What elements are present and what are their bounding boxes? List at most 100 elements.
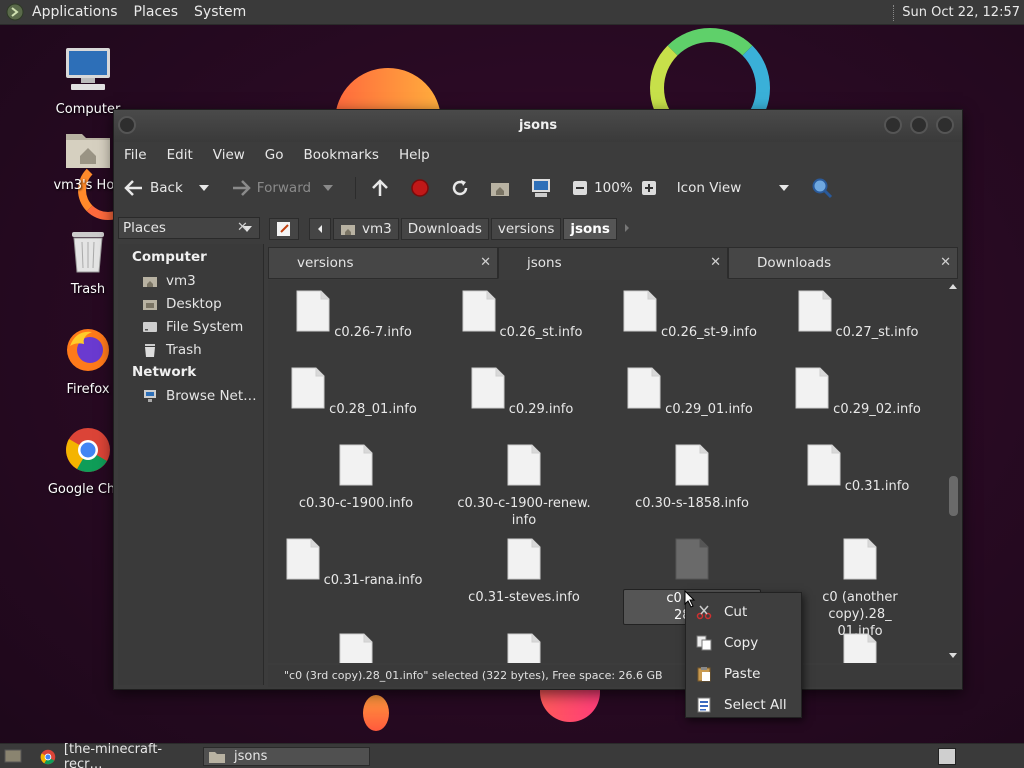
file-item[interactable]: c0.28_01.info — [281, 367, 431, 418]
sidebar-item-file-system[interactable]: File System — [118, 315, 263, 338]
tab-versions[interactable]: versions ✕ — [268, 247, 498, 279]
back-button[interactable]: Back — [124, 179, 217, 197]
file-item[interactable]: c0 (another copy).28_ 01.info — [785, 538, 935, 640]
applications-menu[interactable]: Applications — [32, 4, 118, 20]
menu-bookmarks[interactable]: Bookmarks — [304, 147, 379, 163]
document-icon — [286, 538, 320, 580]
title-bar[interactable]: jsons — [114, 110, 962, 142]
search-icon — [812, 178, 833, 199]
forward-button[interactable]: Forward — [231, 179, 341, 197]
search-button[interactable] — [811, 177, 839, 199]
file-name: c0.28_01.info — [329, 402, 417, 417]
top-panel: Applications Places System Sun Oct 22, 1… — [0, 0, 1024, 25]
menu-view[interactable]: View — [213, 147, 245, 163]
forward-arrow-icon — [232, 180, 251, 196]
reload-button[interactable] — [450, 178, 476, 198]
file-item[interactable]: c0.29.info — [449, 367, 599, 418]
maximize-button[interactable] — [910, 116, 928, 134]
home-button[interactable] — [490, 179, 516, 197]
forward-label: Forward — [256, 180, 312, 196]
drive-icon — [143, 321, 157, 332]
sidebar-item-browse-network[interactable]: Browse Net… — [118, 384, 263, 407]
menu-item-copy[interactable]: Copy — [686, 627, 801, 658]
breadcrumb-downloads[interactable]: Downloads — [400, 218, 489, 240]
breadcrumb-jsons[interactable]: jsons — [563, 218, 617, 240]
scroll-down-icon[interactable] — [948, 652, 958, 660]
menu-help[interactable]: Help — [399, 147, 430, 163]
clock[interactable]: Sun Oct 22, 12:57 — [902, 5, 1020, 20]
desktop-icon-computer[interactable]: Computer — [38, 46, 138, 117]
file-item[interactable]: c0.26_st-9.info — [617, 290, 767, 341]
breadcrumb-versions[interactable]: versions — [490, 218, 562, 240]
file-item-partial[interactable] — [449, 633, 599, 663]
panel-separator — [893, 4, 895, 21]
menu-item-select-all[interactable]: Select All — [686, 689, 801, 720]
file-item[interactable]: c0.30-s-1858.info — [617, 444, 767, 512]
vertical-scrollbar[interactable] — [947, 280, 959, 663]
computer-button[interactable] — [530, 178, 558, 198]
zoom-control[interactable]: 100% — [572, 180, 663, 196]
stop-button[interactable] — [410, 178, 436, 198]
system-menu[interactable]: System — [194, 4, 246, 20]
workspace-switcher[interactable] — [938, 748, 956, 765]
file-item[interactable]: c0.29_01.info — [617, 367, 767, 418]
tab-downloads[interactable]: Downloads ✕ — [728, 247, 958, 279]
file-item[interactable]: c0.26_st.info — [449, 290, 599, 341]
file-item[interactable]: c0.30-c-1900-renew. info — [449, 444, 599, 529]
file-item[interactable]: c0.31.info — [785, 444, 935, 495]
close-sidebar-icon[interactable]: ✕ — [237, 220, 248, 235]
menu-go[interactable]: Go — [265, 147, 284, 163]
show-desktop-icon[interactable] — [4, 748, 22, 764]
document-icon — [296, 290, 330, 332]
select-all-icon — [697, 697, 711, 712]
desktop-folder-icon — [143, 299, 157, 310]
sidebar-item-trash[interactable]: Trash — [118, 338, 263, 361]
file-item[interactable]: c0.27_st.info — [785, 290, 935, 341]
file-item[interactable]: c0.31-rana.info — [281, 538, 431, 589]
taskbar-item-jsons[interactable]: jsons — [203, 747, 370, 766]
firefox-icon — [67, 329, 109, 371]
close-tab-icon[interactable]: ✕ — [940, 255, 951, 270]
zoom-in-icon[interactable] — [641, 180, 657, 196]
sidebar-item-vm3[interactable]: vm3 — [118, 269, 263, 292]
places-menu[interactable]: Places — [134, 4, 179, 20]
file-item-partial[interactable] — [785, 633, 935, 663]
file-item[interactable]: c0.30-c-1900.info — [281, 444, 431, 512]
sidebar-item-desktop[interactable]: Desktop — [118, 292, 263, 315]
scroll-up-icon[interactable] — [948, 282, 958, 290]
network-icon — [144, 389, 156, 402]
file-name: c0.31-rana.info — [323, 573, 423, 588]
window-title: jsons — [518, 118, 558, 133]
tab-jsons[interactable]: jsons ✕ — [498, 247, 728, 279]
dropdown-arrow-icon[interactable] — [197, 183, 211, 193]
close-button[interactable] — [936, 116, 954, 134]
menu-item-paste[interactable]: Paste — [686, 658, 801, 689]
file-view[interactable]: c0.26-7.info c0.26_st.info c0.26_st-9.info… — [268, 280, 960, 663]
menu-edit[interactable]: Edit — [167, 147, 193, 163]
file-manager-window: jsons File Edit View Go Bookmarks Help B… — [113, 109, 963, 690]
close-tab-icon[interactable]: ✕ — [480, 255, 491, 270]
minimize-button[interactable] — [884, 116, 902, 134]
file-item-partial[interactable] — [281, 633, 431, 663]
view-mode-select[interactable]: Icon View — [677, 180, 798, 196]
file-item[interactable]: c0.31-steves.info — [449, 538, 599, 606]
close-tab-icon[interactable]: ✕ — [710, 255, 721, 270]
menu-file[interactable]: File — [124, 147, 147, 163]
mate-logo-icon[interactable] — [6, 3, 24, 21]
location-edit-toggle[interactable] — [269, 218, 299, 240]
file-item[interactable]: c0.29_02.info — [785, 367, 935, 418]
menu-item-cut[interactable]: Cut — [686, 596, 801, 627]
up-button[interactable] — [370, 178, 396, 198]
breadcrumb-scroll-left[interactable] — [309, 218, 331, 240]
back-arrow-icon — [124, 180, 142, 196]
stop-icon — [411, 179, 429, 197]
breadcrumb-scroll-right[interactable] — [623, 222, 631, 237]
trash-icon — [145, 343, 155, 357]
up-arrow-icon — [372, 179, 388, 196]
dropdown-arrow-icon[interactable] — [321, 183, 335, 193]
breadcrumb-vm3[interactable]: vm3 — [333, 218, 399, 240]
zoom-out-icon[interactable] — [572, 180, 588, 196]
taskbar-item-chrome[interactable]: [the-minecraft-recr… — [36, 742, 200, 768]
scrollbar-thumb[interactable] — [949, 476, 958, 516]
file-item[interactable]: c0.26-7.info — [281, 290, 431, 341]
